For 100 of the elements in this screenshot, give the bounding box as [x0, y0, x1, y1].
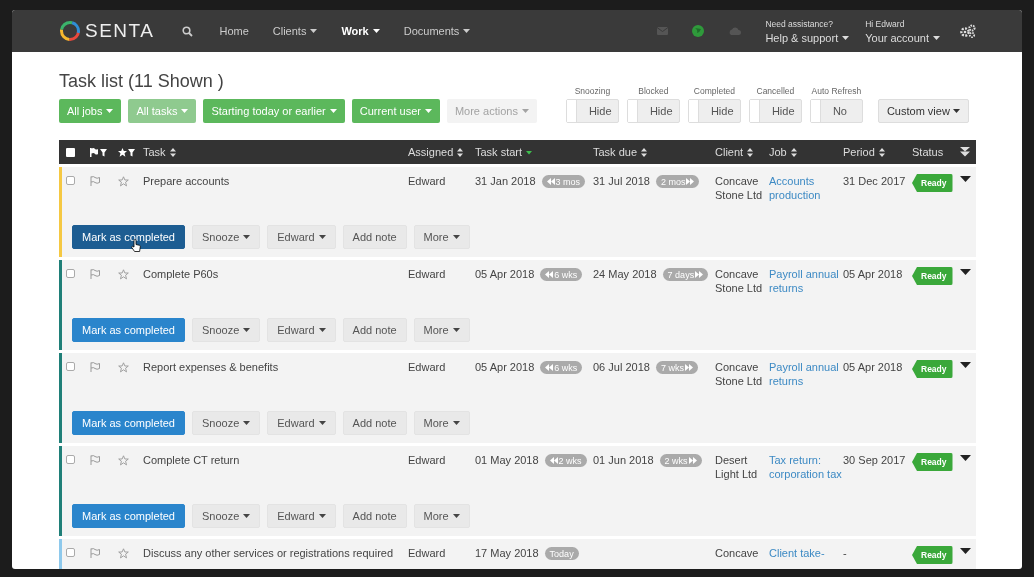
- complete-button[interactable]: Mark as completed: [72, 225, 185, 249]
- toggle-label: Blocked: [638, 86, 669, 96]
- flag-icon: [90, 548, 100, 558]
- job-link[interactable]: Payroll annual returns: [769, 267, 843, 295]
- flag-icon: [90, 362, 100, 372]
- column-header[interactable]: Assigned: [408, 146, 464, 158]
- account-menu[interactable]: Your account: [865, 31, 940, 44]
- due-date: 01 Jun 2018: [593, 453, 654, 467]
- action-button[interactable]: More: [413, 411, 470, 435]
- time-badge: Today: [544, 547, 579, 560]
- nav-link[interactable]: Documents: [403, 25, 471, 37]
- time-badge: 7 wks: [655, 361, 698, 374]
- period-date: 31 Dec 2017: [843, 174, 906, 188]
- action-button[interactable]: Snooze: [191, 411, 261, 435]
- nav-link[interactable]: Work: [341, 25, 380, 37]
- action-button[interactable]: Edward: [267, 225, 336, 249]
- action-button[interactable]: Edward: [267, 411, 336, 435]
- job-link[interactable]: Tax return: corporation tax: [769, 453, 843, 481]
- checkbox-icon: [66, 147, 75, 157]
- action-button[interactable]: Add note: [342, 504, 407, 528]
- expand-icon: [960, 548, 971, 554]
- logo-icon: [59, 20, 81, 42]
- time-badge: 6 wks: [540, 361, 583, 374]
- nav-hint: Need assistance?: [765, 18, 834, 29]
- help-menu[interactable]: Help & support: [765, 31, 850, 44]
- star-icon: [118, 176, 129, 187]
- action-button[interactable]: Edward: [267, 504, 336, 528]
- time-badge: 2 mos: [655, 175, 700, 188]
- expand-icon: [960, 176, 971, 182]
- nav-link[interactable]: Home: [219, 25, 249, 37]
- task-name: Report expenses & benefits: [143, 360, 279, 374]
- due-date: 31 Jul 2018: [593, 174, 650, 188]
- client-name: Concave Stone Ltd: [715, 267, 764, 295]
- star-icon: [118, 455, 129, 466]
- caret-icon: [952, 109, 960, 113]
- caret-icon: [842, 35, 850, 40]
- star-filter-icon: [118, 147, 135, 157]
- fast-forward-icon: [688, 457, 697, 464]
- column-header[interactable]: Job: [769, 146, 797, 158]
- task-name: Discuss any other services or registrations required: [143, 546, 394, 560]
- action-button[interactable]: More: [413, 318, 470, 342]
- assignee: Edward: [408, 360, 446, 374]
- toggle-switch[interactable]: Hide: [565, 99, 619, 123]
- complete-button[interactable]: Mark as completed: [72, 411, 185, 435]
- sort-icon: [169, 147, 176, 157]
- toggle-switch[interactable]: Hide: [687, 99, 741, 123]
- toggle-label: Cancelled: [756, 86, 795, 96]
- caret-icon: [463, 29, 471, 33]
- star-icon: [118, 269, 129, 280]
- action-button[interactable]: Snooze: [191, 318, 261, 342]
- assignee: Edward: [408, 174, 446, 188]
- start-date: 31 Jan 2018: [475, 174, 536, 188]
- action-button[interactable]: Add note: [342, 411, 407, 435]
- caret-icon: [424, 109, 432, 113]
- toggle-switch[interactable]: Hide: [748, 99, 802, 123]
- column-header[interactable]: Task due: [593, 146, 648, 158]
- action-button[interactable]: Add note: [342, 318, 407, 342]
- action-button[interactable]: More: [413, 504, 470, 528]
- action-button[interactable]: More: [413, 225, 470, 249]
- toggle-label: Auto Refresh: [811, 86, 862, 96]
- time-badge: 2 wks: [659, 454, 702, 467]
- star-icon: [118, 362, 129, 373]
- rewind-icon: [545, 271, 554, 278]
- expand-icon: [960, 455, 971, 461]
- start-date: 01 May 2018: [475, 453, 539, 467]
- toggle-switch[interactable]: Hide: [626, 99, 680, 123]
- column-header[interactable]: Status: [912, 146, 944, 158]
- complete-button[interactable]: Mark as completed: [72, 318, 185, 342]
- caret-icon: [452, 328, 460, 332]
- toggle-switch[interactable]: No: [809, 99, 863, 123]
- column-header[interactable]: Task start: [475, 146, 533, 158]
- job-link[interactable]: Payroll annual returns: [769, 360, 843, 388]
- status-tag: Ready: [912, 546, 953, 564]
- action-button[interactable]: Snooze: [191, 225, 261, 249]
- assignee: Edward: [408, 267, 446, 281]
- nav-link[interactable]: Clients: [272, 25, 318, 37]
- page-title: Task list (11 Shown ): [59, 71, 224, 92]
- time-badge: 2 wks: [544, 454, 587, 467]
- action-button[interactable]: Add note: [342, 225, 407, 249]
- action-button[interactable]: Snooze: [191, 504, 261, 528]
- sort-icon: [457, 147, 464, 157]
- caret-icon: [452, 514, 460, 518]
- caret-icon: [243, 421, 251, 425]
- caret-icon: [318, 514, 326, 518]
- caret-icon: [106, 109, 114, 113]
- column-header[interactable]: Client: [715, 146, 754, 158]
- column-header[interactable]: Period: [843, 146, 885, 158]
- toggle-label: Snoozing: [574, 86, 611, 96]
- sort-icon: [747, 147, 754, 157]
- caret-icon: [329, 109, 337, 113]
- job-link[interactable]: Client take-: [769, 546, 825, 560]
- time-badge: 3 mos: [541, 175, 586, 188]
- rewind-icon: [545, 364, 554, 371]
- custom-view-button[interactable]: Custom view: [877, 99, 969, 123]
- job-link[interactable]: Accounts production: [769, 174, 843, 202]
- complete-button[interactable]: Mark as completed: [72, 504, 185, 528]
- column-header[interactable]: Task: [143, 146, 176, 158]
- expand-icon: [960, 269, 971, 275]
- action-button[interactable]: Edward: [267, 318, 336, 342]
- status-tag: Ready: [912, 174, 953, 192]
